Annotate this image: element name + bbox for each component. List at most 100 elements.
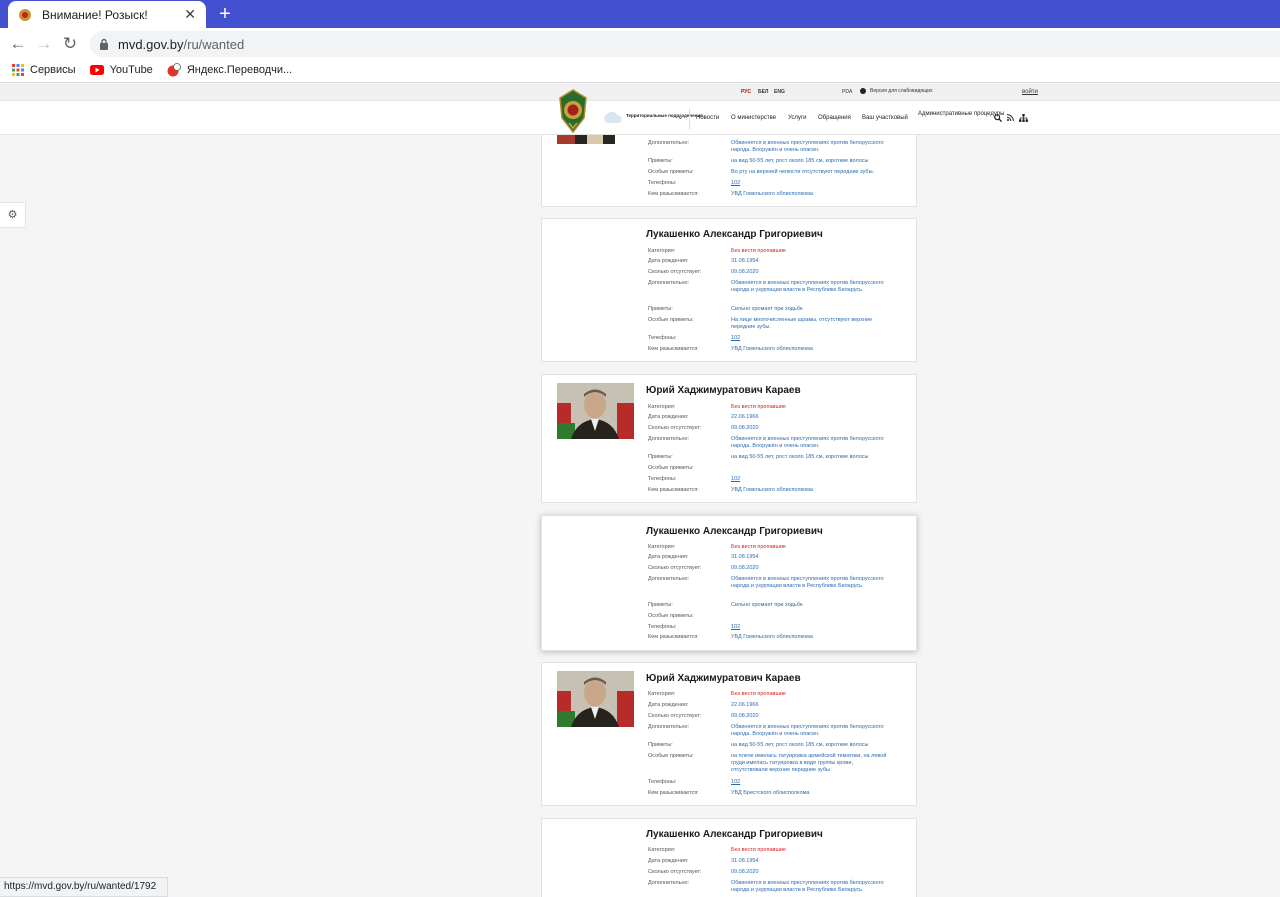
- translate-icon: [167, 63, 181, 77]
- bookmark-yandex-translate[interactable]: Яндекс.Переводчи...: [167, 63, 292, 77]
- bookmark-services[interactable]: Сервисы: [12, 64, 76, 76]
- lang-eng[interactable]: ENG: [774, 89, 785, 95]
- lang-bel[interactable]: БЕЛ: [758, 89, 768, 95]
- field-value: Обвиняется в военных преступлениях проти…: [731, 280, 884, 293]
- field-label: Кем разыскивается:: [648, 346, 699, 352]
- chevron-down-icon[interactable]: ⌄: [677, 112, 684, 121]
- field-label: Дополнительно:: [648, 880, 690, 886]
- field-label: Особые приметы:: [648, 753, 694, 759]
- nav-district[interactable]: Ваш участковый: [862, 115, 908, 121]
- nav-services[interactable]: Услуги: [788, 115, 806, 121]
- field-label: Категория:: [648, 248, 676, 254]
- field-value: Сильно хромает при ходьбе: [731, 306, 803, 312]
- bookmark-label: YouTube: [109, 64, 153, 76]
- category-value: Без вести пропавшие: [731, 847, 786, 853]
- nav-admin-procedures[interactable]: Административные процедуры: [918, 110, 1004, 118]
- field-label: Дополнительно:: [648, 724, 690, 730]
- field-label: Кем разыскивается:: [648, 634, 699, 640]
- field-label: Приметы:: [648, 158, 673, 164]
- field-label: Особые приметы:: [648, 613, 694, 619]
- close-tab-icon[interactable]: ✕: [184, 6, 196, 23]
- forward-arrow-icon[interactable]: →: [34, 34, 54, 54]
- nav-about[interactable]: О министерстве: [731, 115, 776, 121]
- bookmark-label: Яндекс.Переводчи...: [186, 64, 293, 76]
- person-name[interactable]: Лукашенко Александр Григориевич: [646, 229, 823, 240]
- tab-strip: Внимание! Розыск! ✕ +: [0, 0, 1280, 28]
- field-label: Сколько отсутствует:: [648, 565, 702, 571]
- back-arrow-icon[interactable]: ←: [8, 34, 28, 54]
- field-label: Сколько отсутствует:: [648, 869, 702, 875]
- new-tab-icon[interactable]: +: [214, 3, 236, 25]
- low-vision-label: Версия для слабовидящих: [870, 88, 933, 94]
- field-value: Обвиняется в военных преступлениях проти…: [731, 576, 884, 589]
- field-label: Телефоны:: [648, 779, 677, 785]
- bookmark-youtube[interactable]: YouTube: [89, 64, 153, 76]
- lang-rus[interactable]: РУС: [741, 89, 751, 95]
- wanted-card[interactable]: Лукашенко Александр Григориевич Категори…: [541, 818, 917, 897]
- field-label: Дополнительно:: [648, 140, 690, 146]
- person-name[interactable]: Лукашенко Александр Григориевич: [646, 829, 823, 840]
- field-label: Категория:: [648, 404, 676, 410]
- field-value: 22.06.1966: [731, 702, 759, 708]
- phone-link[interactable]: 102: [731, 180, 891, 187]
- field-label: Дата рождения:: [648, 702, 689, 708]
- search-icon[interactable]: [994, 114, 1002, 122]
- category-value: Без вести пропавшие: [731, 544, 786, 550]
- phone-link[interactable]: 102: [731, 624, 891, 631]
- field-label: Дополнительно:: [648, 436, 690, 442]
- wanted-card[interactable]: Дополнительно: Обвиняется в военных прест…: [541, 135, 917, 207]
- field-label: Приметы:: [648, 454, 673, 460]
- wanted-card[interactable]: Лукашенко Александр Григориевич Категори…: [541, 515, 917, 651]
- wanted-card[interactable]: Юрий Хаджимуратович Караев Категория: Без…: [541, 374, 917, 503]
- login-link[interactable]: войти: [1022, 89, 1038, 95]
- wanted-list: Дополнительно: Обвиняется в военных прест…: [0, 135, 1280, 897]
- field-label: Особые приметы:: [648, 169, 694, 175]
- field-value: 09.08.2020: [731, 869, 759, 875]
- nav-divider: [689, 109, 690, 129]
- field-value: 31.08.1954: [731, 554, 759, 560]
- field-label: Телефоны:: [648, 624, 677, 630]
- category-value: Без вести пропавшие: [731, 248, 786, 254]
- person-name[interactable]: Юрий Хаджимуратович Караев: [646, 385, 801, 396]
- nav-appeals[interactable]: Обращения: [818, 115, 851, 121]
- nav-news[interactable]: Новости: [696, 115, 719, 121]
- person-photo: [557, 383, 634, 439]
- field-value: 31.08.1954: [731, 858, 759, 864]
- field-value: 22.06.1966: [731, 414, 759, 420]
- field-value: УВД Брестского облисполкома: [731, 790, 810, 796]
- field-label: Приметы:: [648, 742, 673, 748]
- person-name[interactable]: Лукашенко Александр Григориевич: [646, 526, 823, 537]
- mvd-emblem-logo[interactable]: [557, 88, 589, 134]
- wanted-card[interactable]: Юрий Хаджимуратович Караев Категория: Без…: [541, 662, 917, 806]
- address-bar[interactable]: mvd.gov.by/ru/wanted: [90, 31, 1280, 57]
- field-value: на плече имелась татуировка армейской те…: [731, 753, 887, 773]
- low-vision-link[interactable]: Версия для слабовидящих: [860, 88, 933, 94]
- field-label: Приметы:: [648, 602, 673, 608]
- pda-link[interactable]: PDA: [842, 89, 852, 95]
- rss-icon[interactable]: [1007, 114, 1014, 121]
- field-label: Дата рождения:: [648, 858, 689, 864]
- phone-link[interactable]: 102: [731, 476, 891, 483]
- person-name[interactable]: Юрий Хаджимуратович Караев: [646, 673, 801, 684]
- cloud-icon: [604, 111, 622, 123]
- browser-toolbar: ← → ↻ mvd.gov.by/ru/wanted: [0, 28, 1280, 58]
- bookmark-label: Сервисы: [30, 64, 76, 76]
- wanted-card[interactable]: Лукашенко Александр Григориевич Категори…: [541, 218, 917, 362]
- browser-tab[interactable]: Внимание! Розыск! ✕: [8, 1, 206, 28]
- field-label: Категория:: [648, 544, 676, 550]
- sitemap-icon[interactable]: [1019, 114, 1028, 122]
- field-value: Во рту на верхней челюсти отсутствуют пе…: [731, 169, 875, 175]
- phone-link[interactable]: 102: [731, 335, 891, 342]
- field-label: Категория:: [648, 847, 676, 853]
- field-label: Кем разыскивается:: [648, 487, 699, 493]
- field-value: Обвиняется в военных преступлениях проти…: [731, 140, 884, 153]
- site-favicon-icon: [19, 8, 31, 21]
- phone-link[interactable]: 102: [731, 779, 891, 786]
- field-label: Сколько отсутствует:: [648, 425, 702, 431]
- field-label: Особые приметы:: [648, 465, 694, 471]
- field-label: Дата рождения:: [648, 414, 689, 420]
- reload-icon[interactable]: ↻: [60, 34, 80, 54]
- field-label: Кем разыскивается:: [648, 790, 699, 796]
- field-value: 09.08.2020: [731, 565, 759, 571]
- nav-territorial[interactable]: Территориальные подразделения: [626, 113, 703, 118]
